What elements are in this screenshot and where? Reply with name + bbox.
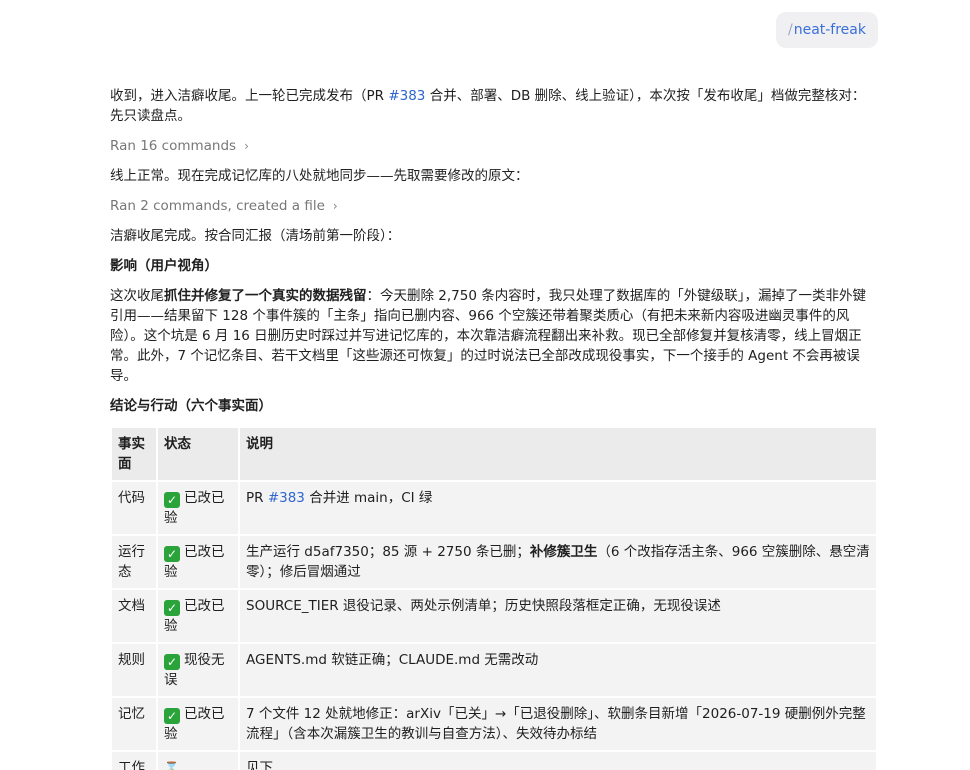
header-description: 说明 (240, 428, 876, 480)
facet-cell: 规则 (112, 644, 156, 696)
sync-paragraph: 线上正常。现在完成记忆库的八处就地同步——先取需要修改的原文： (110, 168, 529, 184)
chevron-right-icon: › (244, 139, 249, 153)
facet-cell: 记忆 (112, 698, 156, 750)
impact-bold: 抓住并修复了一个真实的数据残留 (164, 288, 367, 304)
status-cell: ✓ 现役无误 (158, 644, 238, 696)
intro-text-a: 收到，进入洁癖收尾。上一轮已完成发布（PR (110, 88, 389, 104)
check-icon: ✓ (164, 708, 180, 724)
description-text: AGENTS.md 软链正确；CLAUDE.md 无需改动 (246, 652, 539, 668)
facet-cell: 文档 (112, 590, 156, 642)
hourglass-icon: ⌛ (164, 761, 179, 770)
assistant-message: 收到，进入洁癖收尾。上一轮已完成发布（PR #383 合并、部署、DB 删除、线… (110, 86, 878, 770)
pr-link[interactable]: #383 (268, 490, 305, 506)
status-cell: ⌛ (158, 752, 238, 770)
check-icon: ✓ (164, 492, 180, 508)
description-cell: AGENTS.md 软链正确；CLAUDE.md 无需改动 (240, 644, 876, 696)
table-header-row: 事实面 状态 说明 (112, 428, 876, 480)
description-text: SOURCE_TIER 退役记录、两处示例清单；历史快照段落框定正确，无现役误述 (246, 598, 721, 614)
status-cell: ✓ 已改已验 (158, 590, 238, 642)
table-row: 规则 ✓ 现役无误 AGENTS.md 软链正确；CLAUDE.md 无需改动 (112, 644, 876, 696)
description-cell: 见下 (240, 752, 876, 770)
impact-paragraph: 这次收尾抓住并修复了一个真实的数据残留：今天删除 2,750 条内容时，我只处理… (110, 286, 878, 386)
description-cell: 7 个文件 12 处就地修正：arXiv「已关」→「已退役删除」、软删条目新增「… (240, 698, 876, 750)
ran-commands-toggle-2[interactable]: Ran 2 commands, created a file › (110, 196, 338, 216)
impact-heading: 影响（用户视角） (110, 258, 218, 274)
facet-cell: 运行态 (112, 536, 156, 588)
chevron-right-icon: › (332, 199, 338, 213)
facts-table: 事实面 状态 说明 代码 ✓ 已改已验 PR #383 合并进 main，CI 绿运行… (110, 426, 878, 770)
status-cell: ✓ 已改已验 (158, 698, 238, 750)
description-text-b: 合并进 main，CI 绿 (304, 490, 433, 506)
header-facet: 事实面 (112, 428, 156, 480)
description-cell: SOURCE_TIER 退役记录、两处示例清单；历史快照段落框定正确，无现役误述 (240, 590, 876, 642)
description-cell: 生产运行 d5af7350；85 源 + 2750 条已删；补修簇卫生（6 个改… (240, 536, 876, 588)
table-row: 工作 ⌛ 见下 (112, 752, 876, 770)
ran-commands-toggle-1[interactable]: Ran 16 commands › (110, 136, 249, 156)
table-row: 记忆 ✓ 已改已验 7 个文件 12 处就地修正：arXiv「已关」→「已退役删除」、… (112, 698, 876, 750)
table-row: 文档 ✓ 已改已验 SOURCE_TIER 退役记录、两处示例清单；历史快照段落框定正… (112, 590, 876, 642)
command-name: neat-freak (793, 22, 866, 38)
description-text: PR (246, 490, 268, 506)
slash-command-chip[interactable]: / neat-freak (776, 12, 878, 48)
slash-glyph: / (787, 22, 793, 38)
description-text: 7 个文件 12 处就地修正：arXiv「已关」→「已退役删除」、软删条目新增「… (246, 706, 866, 742)
header-status: 状态 (158, 428, 238, 480)
description-text: 生产运行 d5af7350；85 源 + 2750 条已删； (246, 544, 530, 560)
conclusion-heading: 结论与行动（六个事实面） (110, 398, 272, 414)
description-text: 见下 (246, 760, 273, 770)
facet-cell: 代码 (112, 482, 156, 534)
ran-commands-label: Ran 2 commands, created a file (110, 198, 325, 214)
done-paragraph: 洁癖收尾完成。按合同汇报（清场前第一阶段）： (110, 228, 401, 244)
status-cell: ✓ 已改已验 (158, 482, 238, 534)
check-icon: ✓ (164, 654, 180, 670)
ran-commands-label: Ran 16 commands (110, 138, 237, 154)
intro-paragraph: 收到，进入洁癖收尾。上一轮已完成发布（PR #383 合并、部署、DB 删除、线… (110, 86, 878, 126)
facet-cell: 工作 (112, 752, 156, 770)
check-icon: ✓ (164, 546, 180, 562)
pr-link[interactable]: #383 (388, 88, 425, 104)
table-row: 代码 ✓ 已改已验 PR #383 合并进 main，CI 绿 (112, 482, 876, 534)
table-row: 运行态 ✓ 已改已验 生产运行 d5af7350；85 源 + 2750 条已删；补修… (112, 536, 876, 588)
description-bold: 补修簇卫生 (529, 544, 598, 560)
impact-text-a: 这次收尾 (110, 288, 164, 304)
description-cell: PR #383 合并进 main，CI 绿 (240, 482, 876, 534)
check-icon: ✓ (164, 600, 180, 616)
status-cell: ✓ 已改已验 (158, 536, 238, 588)
